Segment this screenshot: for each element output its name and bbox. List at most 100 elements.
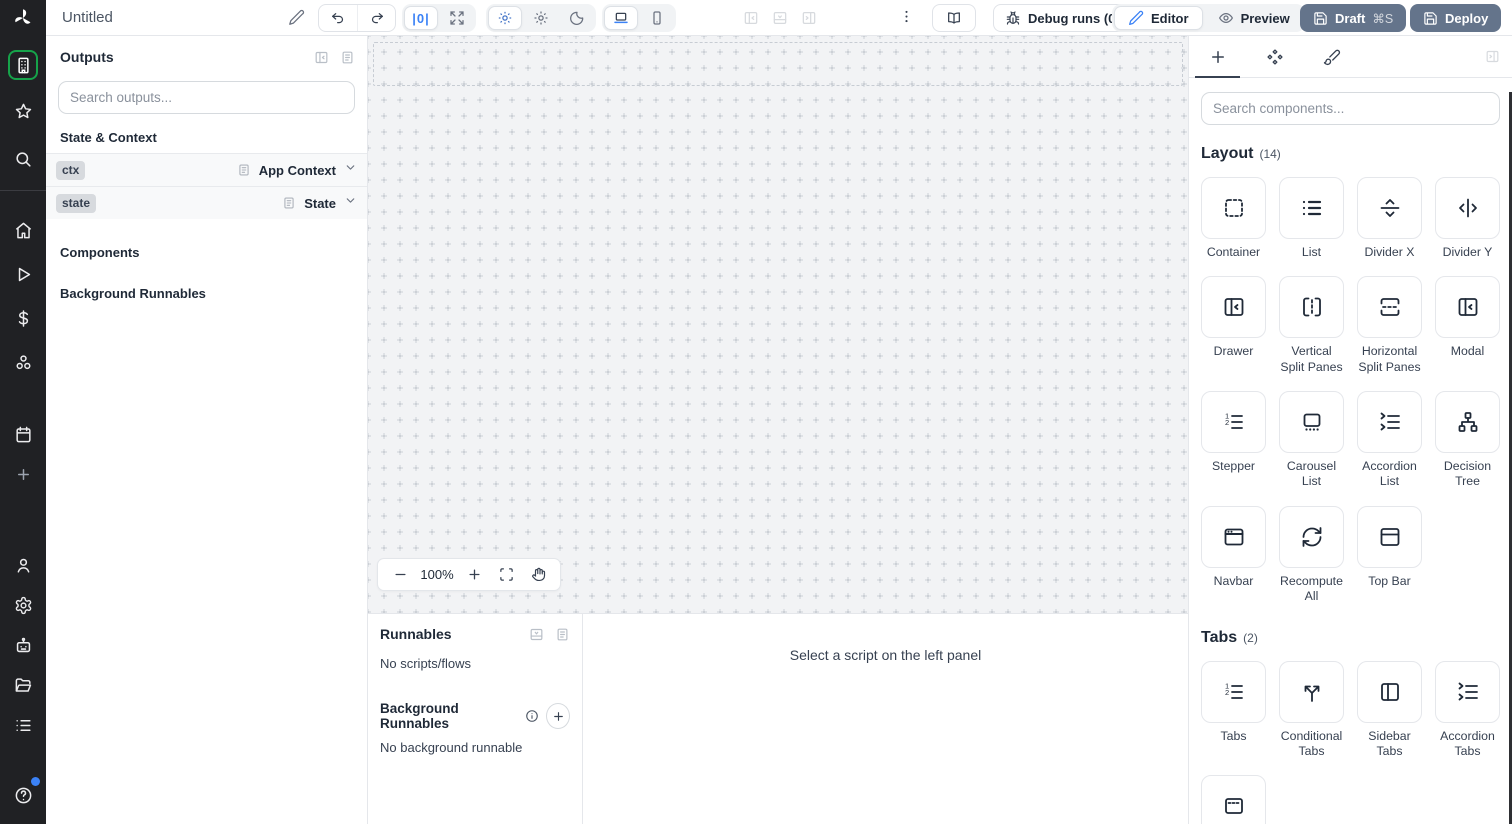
component-card-divider-y[interactable]: Divider Y	[1435, 177, 1500, 260]
deploy-button[interactable]: Deploy	[1410, 4, 1502, 32]
state-badge: state	[56, 193, 97, 213]
accordion-list-icon	[1357, 391, 1422, 454]
draft-button[interactable]: Draft ⌘S	[1300, 4, 1407, 32]
sidebar-item-settings[interactable]	[8, 590, 38, 620]
preview-tab[interactable]: Preview	[1205, 6, 1303, 30]
fit-view-button[interactable]	[490, 561, 522, 589]
state-context-heading: State & Context	[60, 130, 157, 145]
conditional-tabs-icon	[1279, 660, 1344, 723]
panel-bottom-icon[interactable]	[772, 10, 788, 26]
component-card-conditional-tabs[interactable]: Conditional Tabs	[1279, 660, 1344, 760]
redo-button[interactable]	[357, 5, 395, 31]
sidebar-item-users[interactable]	[8, 550, 38, 580]
windmill-logo-icon[interactable]	[0, 0, 46, 36]
sidebar-item-search[interactable]	[8, 144, 38, 174]
outputs-title: Outputs	[60, 49, 114, 65]
component-card-top-bar[interactable]: Top Bar	[1357, 505, 1422, 605]
app-title: Untitled	[62, 9, 113, 26]
collapse-panel-left-icon[interactable]	[314, 50, 329, 65]
moon-icon	[570, 11, 584, 25]
sidebar-item-home[interactable]	[8, 215, 38, 245]
search-components-input[interactable]	[1201, 92, 1500, 125]
zoom-in-button[interactable]	[458, 561, 490, 589]
zoom-reset-button[interactable]: |0|	[404, 6, 438, 30]
component-card-divider-x[interactable]: Divider X	[1357, 177, 1422, 260]
component-card-carousel-list[interactable]: Carousel List	[1279, 391, 1344, 490]
device-mobile-button[interactable]	[640, 6, 674, 30]
undo-button[interactable]	[319, 5, 357, 31]
doc-list-icon[interactable]	[340, 50, 355, 65]
sidebar-item-runs[interactable]	[8, 259, 38, 289]
doc-list-icon[interactable]	[555, 627, 570, 642]
component-card-label: Modal	[1450, 344, 1485, 359]
state-row[interactable]: state State	[46, 186, 367, 219]
component-card-tabs[interactable]: 1 2 Tabs	[1201, 660, 1266, 760]
chevron-down-icon[interactable]	[344, 194, 357, 207]
theme-light-button[interactable]	[524, 6, 558, 30]
undo-icon	[332, 13, 344, 24]
device-desktop-button[interactable]	[604, 6, 638, 30]
component-card-sidebar-tabs[interactable]: Sidebar Tabs	[1357, 660, 1422, 760]
component-card-label: Container	[1206, 245, 1261, 259]
sun-icon	[534, 11, 548, 25]
script-editor-panel: Select a script on the left panel	[583, 613, 1188, 824]
component-card-label: Accordion List	[1362, 459, 1417, 489]
sidebar-item-logs[interactable]	[8, 710, 38, 740]
chevron-down-icon[interactable]	[344, 161, 357, 174]
tab-insert-component[interactable]	[1189, 36, 1246, 78]
component-card-navbar[interactable]: Navbar	[1201, 505, 1266, 605]
edit-title-button[interactable]	[288, 9, 305, 26]
redo-icon	[371, 13, 383, 24]
component-card-modal[interactable]: Modal	[1435, 276, 1500, 375]
tab-styling[interactable]	[1303, 36, 1360, 77]
component-grid-layout: Container List Divider X Divider Y Drawer Ver…	[1201, 177, 1500, 605]
editor-tab[interactable]: Editor	[1114, 6, 1203, 30]
component-card-recompute-all[interactable]: Recompute All	[1279, 505, 1344, 605]
collapse-panel-bottom-icon[interactable]	[529, 627, 544, 642]
sidebar-item-more[interactable]	[8, 459, 38, 489]
component-card-decision-tree[interactable]: Decision Tree	[1435, 391, 1500, 490]
zoom-out-button[interactable]	[384, 561, 416, 589]
panel-right-icon[interactable]	[801, 10, 817, 26]
search-outputs-input[interactable]	[58, 81, 355, 114]
sidebar-item-folders[interactable]	[8, 670, 38, 700]
sun-auto-icon	[498, 11, 512, 25]
ctx-row[interactable]: ctx App Context	[46, 153, 367, 186]
component-card-list[interactable]: List	[1279, 177, 1344, 260]
theme-dark-button[interactable]	[560, 6, 594, 30]
add-background-runnable-button[interactable]	[546, 703, 570, 729]
app-canvas[interactable]: 100%	[368, 36, 1188, 613]
sidebar-item-resources[interactable]	[8, 347, 38, 377]
tab-component-settings[interactable]	[1246, 36, 1303, 77]
sidebar-item-schedules[interactable]	[8, 419, 38, 449]
component-card-container[interactable]: Container	[1201, 177, 1266, 260]
component-card-accordion-tabs[interactable]: Accordion Tabs	[1435, 660, 1500, 760]
section-count: (2)	[1243, 630, 1258, 645]
tabs-icon: 12	[1201, 660, 1266, 723]
component-card-vertical-split-panes[interactable]: Vertical Split Panes	[1279, 276, 1344, 375]
outputs-panel: Outputs State & Context ctx App Context …	[46, 36, 368, 824]
sidebar-item-favorites[interactable]	[8, 96, 38, 126]
theme-auto-button[interactable]	[488, 6, 522, 30]
collapse-panel-right-icon[interactable]	[1485, 49, 1500, 64]
canvas-drop-zone[interactable]	[373, 42, 1183, 86]
laptop-icon	[614, 12, 628, 24]
pan-button[interactable]	[522, 561, 554, 589]
sidebar-item-workers[interactable]	[8, 630, 38, 660]
doc-icon	[239, 164, 249, 176]
sidebar-item-apps[interactable]	[8, 50, 38, 80]
save-icon	[1424, 11, 1437, 25]
component-card-stepper[interactable]: 1 2 Stepper	[1201, 391, 1266, 490]
state-type-label: State	[304, 195, 336, 211]
expand-canvas-button[interactable]	[440, 6, 474, 30]
debug-runs-button[interactable]: Debug runs (0)	[993, 4, 1132, 32]
divider-y-icon	[1435, 177, 1500, 239]
component-card-horizontal-split-panes[interactable]: Horizontal Split Panes	[1357, 276, 1422, 375]
docs-button[interactable]	[932, 4, 976, 32]
component-card-accordion-list[interactable]: Accordion List	[1357, 391, 1422, 490]
component-card-partial[interactable]	[1201, 775, 1266, 824]
panel-left-icon[interactable]	[743, 10, 759, 26]
component-card-drawer[interactable]: Drawer	[1201, 276, 1266, 375]
more-menu-button[interactable]	[898, 8, 915, 25]
sidebar-item-variables[interactable]	[8, 303, 38, 333]
